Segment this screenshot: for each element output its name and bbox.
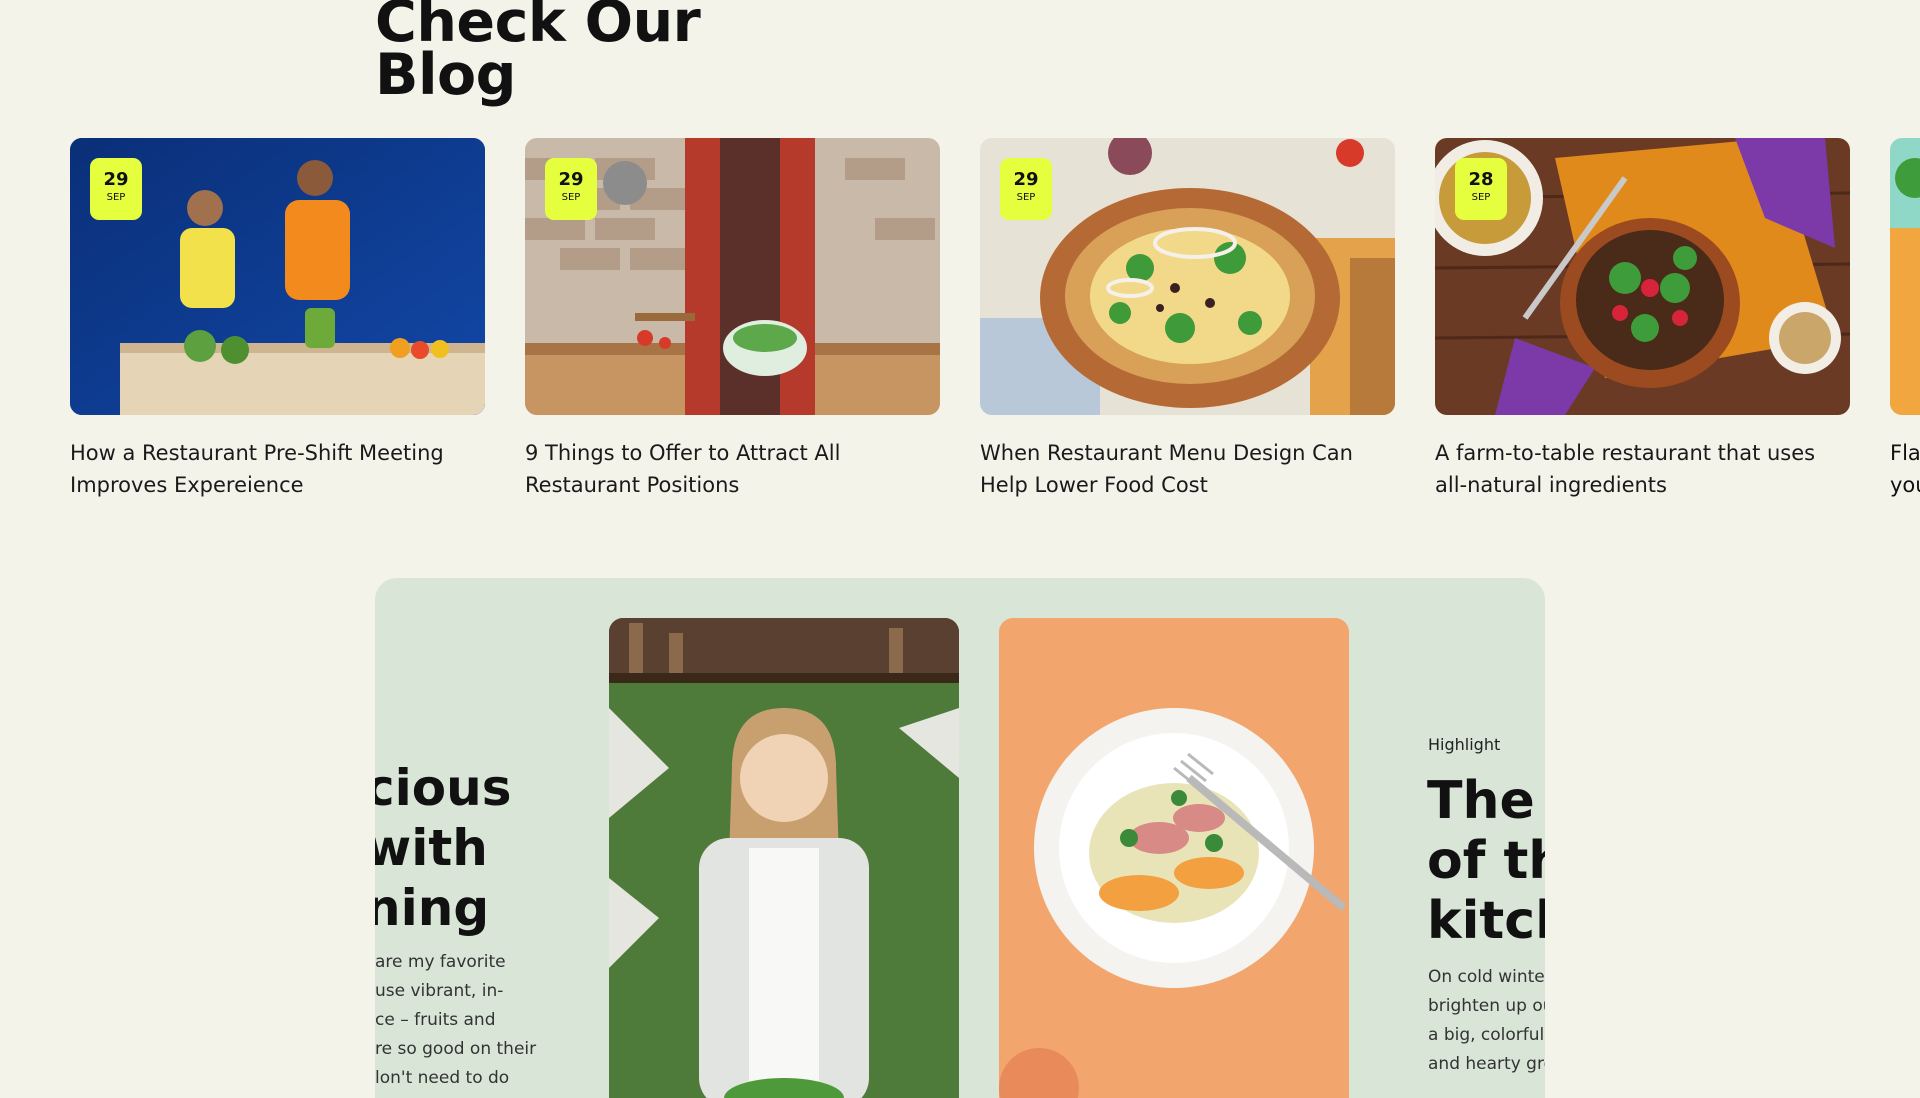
blog-card-title[interactable]: How a Restaurant Pre-Shift Meeting Impro… <box>70 437 485 501</box>
feature-image-woman-salad <box>609 618 959 1098</box>
feature-left-body-line: ce – fruits and <box>375 1010 496 1030</box>
feature-left-body: are my favorite use vibrant, in- ce – fr… <box>375 948 536 1093</box>
blog-heading: Check Our Blog <box>375 0 701 108</box>
blog-card-title-line1: Fla <box>1890 441 1920 465</box>
feature-left-heading-line: with <box>375 819 488 877</box>
feature-right-body-line: a big, colorful r <box>1428 1025 1545 1045</box>
blog-card-title[interactable]: Fla you <box>1890 437 1920 501</box>
blog-card-title[interactable]: A farm-to-table restaurant that uses all… <box>1435 437 1850 501</box>
blog-card[interactable]: 29 SEP How a Restaurant Pre-Shift Meetin… <box>70 138 485 501</box>
blog-card-title-line2: you <box>1890 473 1920 497</box>
blog-card[interactable]: 29 SEP 9 Things to Offer to Attract All … <box>525 138 940 501</box>
date-month: SEP <box>106 192 126 203</box>
blog-card[interactable]: 29 SEP When Restaurant Menu Design Can H… <box>980 138 1395 501</box>
partial-food-photo <box>1890 138 1920 415</box>
date-badge: 29 SEP <box>545 158 597 220</box>
blog-card-image[interactable] <box>1890 138 1920 415</box>
feature-left-heading-line: ning <box>375 879 490 937</box>
blog-card-image[interactable]: 29 SEP <box>70 138 485 415</box>
date-day: 29 <box>1013 169 1039 190</box>
blog-card-image[interactable]: 28 SEP <box>1435 138 1850 415</box>
feature-left-body-line: lon't need to do <box>375 1068 510 1088</box>
blog-card-partial[interactable]: Fla you <box>1890 138 1920 501</box>
date-month: SEP <box>1471 192 1491 203</box>
date-badge: 29 SEP <box>90 158 142 220</box>
feature-right-body-line: brighten up ou <box>1428 996 1545 1016</box>
feature-left-body-line: are my favorite <box>375 952 506 972</box>
feature-left-heading-line: cious <box>375 759 512 817</box>
feature-left-body-line: re so good on their <box>375 1039 537 1059</box>
plate-melon-photo <box>999 618 1349 1098</box>
feature-left-body-line: use vibrant, in- <box>375 981 504 1001</box>
date-month: SEP <box>1016 192 1036 203</box>
highlight-label: Highlight <box>1428 735 1501 754</box>
date-badge: 29 SEP <box>1000 158 1052 220</box>
date-day: 28 <box>1468 169 1494 190</box>
blog-card-image[interactable]: 29 SEP <box>525 138 940 415</box>
blog-card-title[interactable]: 9 Things to Offer to Attract All Restaur… <box>525 437 940 501</box>
date-month: SEP <box>561 192 581 203</box>
feature-right-body: On cold winter brighten up ou a big, col… <box>1428 963 1545 1079</box>
feature-carousel: cious with ning are my favorite use vibr… <box>375 578 1545 1098</box>
feature-right-heading-line: of th <box>1427 831 1545 891</box>
feature-left-heading: cious with ning <box>375 758 511 938</box>
date-day: 29 <box>558 169 584 190</box>
date-day: 29 <box>103 169 129 190</box>
blog-card-image[interactable]: 29 SEP <box>980 138 1395 415</box>
feature-image-plate <box>999 618 1349 1098</box>
blog-card[interactable]: 28 SEP A farm-to-table restaurant that u… <box>1435 138 1850 501</box>
feature-right-heading-line: The r <box>1427 771 1545 831</box>
woman-salad-photo <box>609 618 959 1098</box>
blog-card-title[interactable]: When Restaurant Menu Design Can Help Low… <box>980 437 1395 501</box>
feature-right-body-line: and hearty gre <box>1428 1054 1545 1074</box>
date-badge: 28 SEP <box>1455 158 1507 220</box>
feature-right-heading: The r of th kitch <box>1427 771 1545 951</box>
feature-right-heading-line: kitch <box>1427 891 1545 951</box>
blog-heading-line2: Blog <box>375 42 516 108</box>
feature-right-body-line: On cold winter <box>1428 967 1545 987</box>
